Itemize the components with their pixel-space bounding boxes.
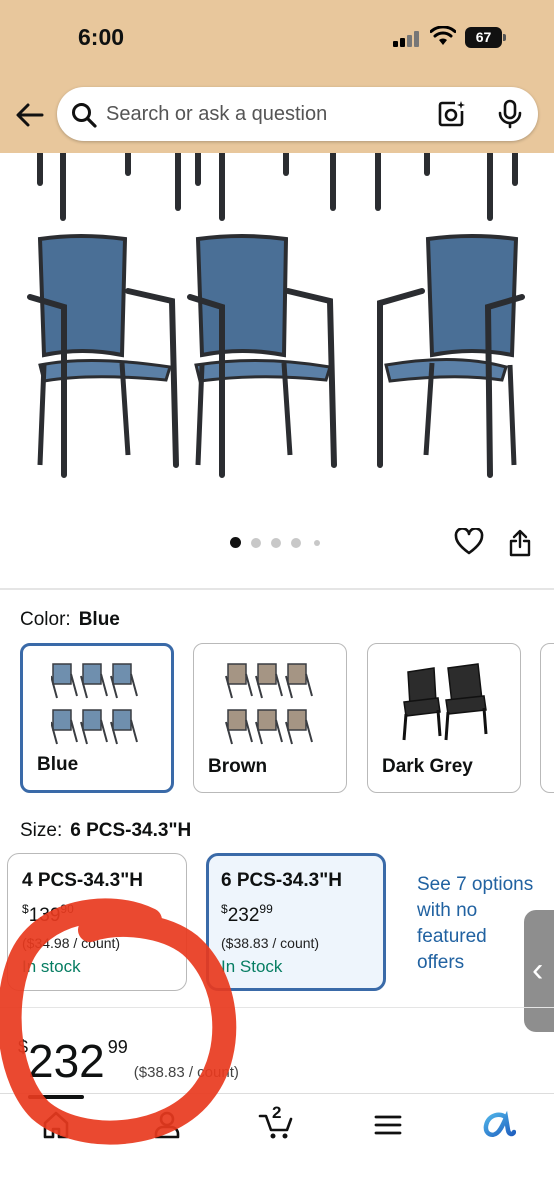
- size-option-price: $13990: [22, 902, 74, 926]
- chevron-left-icon: ‹: [532, 951, 544, 989]
- home-icon[interactable]: [42, 1110, 70, 1140]
- size-option-unit-price: ($34.98 / count): [22, 935, 121, 951]
- back-arrow-icon[interactable]: [14, 98, 46, 132]
- battery-level: 67: [475, 29, 492, 45]
- size-heading: Size: 6 PCS-34.3"H: [20, 820, 191, 842]
- size-option-stock: In stock: [22, 957, 81, 976]
- size-option-price: $23299: [221, 902, 273, 926]
- blue-chairs-thumbnail: [51, 663, 138, 745]
- color-option-label: Brown: [208, 756, 268, 777]
- color-selected-value: Blue: [78, 609, 120, 630]
- menu-icon[interactable]: [374, 1110, 402, 1140]
- product-price: $232 99($38.83 / count): [18, 1035, 239, 1087]
- product-image[interactable]: [0, 153, 554, 518]
- see-more-options-link[interactable]: See 7 options with no featured offers: [417, 872, 537, 976]
- size-option-stock: In Stock: [221, 957, 283, 976]
- carousel-dot[interactable]: [314, 540, 320, 546]
- search-input[interactable]: Search or ask a question: [57, 87, 538, 141]
- carousel-dot[interactable]: [251, 538, 261, 548]
- share-icon[interactable]: [508, 529, 532, 557]
- color-option-dark-grey[interactable]: Dark Grey: [367, 643, 521, 793]
- size-option-title: 6 PCS-34.3"H: [221, 870, 342, 891]
- camera-search-icon[interactable]: [437, 99, 467, 129]
- search-placeholder: Search or ask a question: [106, 103, 328, 125]
- size-option-unit-price: ($38.83 / count): [221, 935, 320, 951]
- heart-icon[interactable]: [454, 528, 484, 556]
- chairs-photo: [27, 153, 525, 478]
- color-option-partial[interactable]: [540, 643, 554, 793]
- size-label: Size:: [20, 820, 63, 841]
- dark-grey-chairs-thumbnail: [402, 663, 488, 741]
- signal-icon: [393, 31, 421, 47]
- cart-icon[interactable]: [258, 1110, 294, 1140]
- color-option-label: Dark Grey: [382, 756, 473, 777]
- microphone-icon[interactable]: [497, 99, 523, 129]
- battery-icon: 67: [465, 27, 507, 48]
- unit-price: ($38.83 / count): [133, 1064, 239, 1081]
- divider: [0, 588, 554, 590]
- search-icon: [72, 103, 97, 128]
- account-icon[interactable]: [154, 1110, 180, 1140]
- active-tab-indicator: [28, 1095, 84, 1099]
- rufus-icon[interactable]: [482, 1110, 516, 1140]
- status-time: 6:00: [78, 24, 125, 50]
- color-option-brown[interactable]: Brown: [193, 643, 347, 793]
- size-option-title: 4 PCS-34.3"H: [22, 870, 143, 891]
- size-selected-value: 6 PCS-34.3"H: [70, 820, 192, 841]
- side-panel-tab[interactable]: ‹: [524, 910, 554, 1032]
- carousel-dot[interactable]: [230, 537, 241, 548]
- top-bar: 6:00 67 Search or ask a question: [0, 0, 554, 153]
- color-option-label: Blue: [37, 754, 79, 775]
- wifi-icon: [430, 26, 456, 45]
- size-option-4pcs[interactable]: 4 PCS-34.3"H $13990 ($34.98 / count) In …: [7, 853, 187, 991]
- carousel-dot[interactable]: [271, 538, 281, 548]
- color-heading: Color: Blue: [20, 609, 120, 631]
- carousel-dot[interactable]: [291, 538, 301, 548]
- brown-chairs-thumbnail: [225, 663, 313, 745]
- divider: [0, 1007, 554, 1008]
- color-label: Color:: [20, 609, 71, 630]
- size-option-6pcs[interactable]: 6 PCS-34.3"H $23299 ($38.83 / count) In …: [206, 853, 386, 991]
- color-option-blue[interactable]: Blue: [20, 643, 174, 793]
